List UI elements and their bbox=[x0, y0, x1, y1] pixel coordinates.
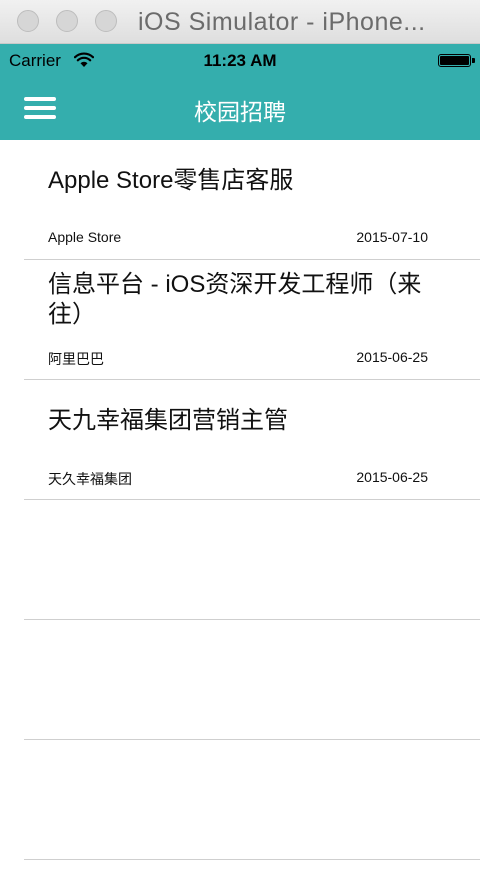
simulator-title-bar: iOS Simulator - iPhone... bbox=[0, 0, 480, 44]
status-bar: Carrier 11:23 AM bbox=[0, 44, 480, 76]
page-title: 校园招聘 bbox=[194, 99, 286, 125]
empty-list-row bbox=[0, 620, 480, 740]
window-close-button[interactable] bbox=[17, 10, 39, 32]
list-item[interactable]: 天九幸福集团营销主管 天久幸福集团 2015-06-25 bbox=[0, 380, 480, 500]
job-title: 信息平台 - iOS资深开发工程师（来往） bbox=[48, 271, 422, 328]
post-date: 2015-06-25 bbox=[356, 349, 428, 365]
post-date: 2015-07-10 bbox=[356, 229, 428, 245]
job-list: Apple Store零售店客服 Apple Store 2015-07-10 … bbox=[0, 140, 480, 860]
empty-list-row bbox=[0, 740, 480, 860]
job-title: 天九幸福集团营销主管 bbox=[48, 407, 288, 434]
window-title: iOS Simulator - iPhone... bbox=[138, 8, 426, 36]
company-name: 天久幸福集团 bbox=[48, 471, 132, 487]
navigation-bar: 校园招聘 bbox=[0, 76, 480, 140]
company-name: Apple Store bbox=[48, 229, 122, 245]
company-name: 阿里巴巴 bbox=[48, 351, 104, 367]
window-zoom-button[interactable] bbox=[95, 10, 117, 32]
battery-icon bbox=[438, 54, 475, 67]
list-item[interactable]: 信息平台 - iOS资深开发工程师（来往） 阿里巴巴 2015-06-25 bbox=[0, 260, 480, 380]
list-item[interactable]: Apple Store零售店客服 Apple Store 2015-07-10 bbox=[0, 140, 480, 260]
job-title: Apple Store零售店客服 bbox=[48, 167, 294, 194]
window-minimize-button[interactable] bbox=[56, 10, 78, 32]
empty-list-row bbox=[0, 500, 480, 620]
status-time: 11:23 AM bbox=[203, 51, 277, 70]
post-date: 2015-06-25 bbox=[356, 469, 428, 485]
